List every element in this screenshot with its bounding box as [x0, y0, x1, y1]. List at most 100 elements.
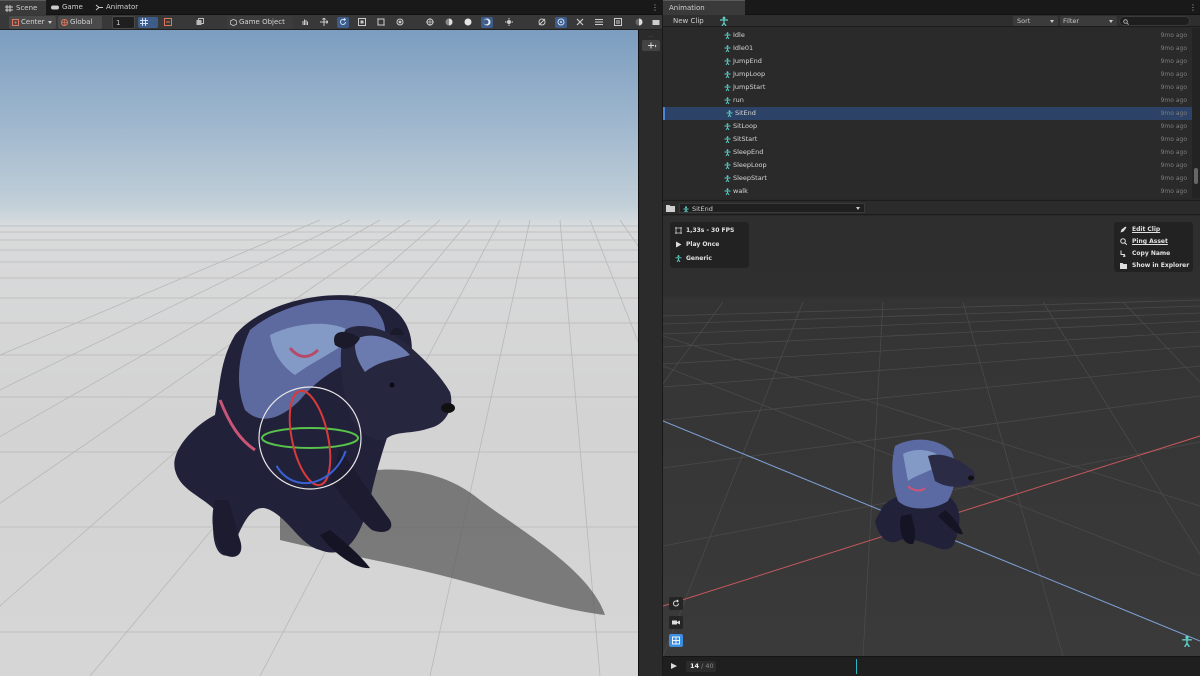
- tab-scene-label: Scene: [16, 4, 38, 12]
- transform-tool-button[interactable]: [394, 17, 406, 28]
- chevron-down-icon: [1109, 20, 1113, 23]
- crosshair-icon: [426, 18, 434, 26]
- clip-list-scrollbar[interactable]: [1192, 28, 1200, 198]
- hand-icon: [301, 18, 309, 26]
- workbench-more-menu-icon[interactable]: ⋮: [1189, 2, 1197, 13]
- rotate-tool-button[interactable]: [337, 17, 349, 28]
- snap-settings-button[interactable]: [162, 17, 182, 28]
- lighting-toggle-button[interactable]: [462, 17, 474, 28]
- ping-asset-label: Ping Asset: [1132, 238, 1168, 245]
- copy-name-button[interactable]: Copy Name: [1120, 248, 1170, 259]
- humanoid-avatar-icon[interactable]: [719, 16, 729, 26]
- search-icon: [1120, 238, 1127, 245]
- grid-icon: [140, 18, 148, 26]
- clip-list-item[interactable]: SitLoop 9mo ago: [663, 120, 1192, 133]
- clip-list-item[interactable]: SleepEnd 9mo ago: [663, 146, 1192, 159]
- reset-view-button[interactable]: [669, 597, 683, 610]
- animation-clip-icon: [724, 123, 731, 130]
- animation-workbench-window: Animation Workbench ⋮ New Clip Sort Filt…: [663, 0, 1200, 676]
- grid-visibility-button[interactable]: [138, 17, 158, 28]
- camera-orbit-button[interactable]: [555, 17, 567, 28]
- folder-icon: [1120, 263, 1127, 269]
- tools-overlay-button[interactable]: [574, 17, 586, 28]
- clip-list-item[interactable]: JumpEnd 9mo ago: [663, 55, 1192, 68]
- tab-animation-workbench[interactable]: Animation Workbench: [663, 0, 745, 27]
- show-in-explorer-button[interactable]: Show in Explorer: [1120, 260, 1189, 271]
- edit-clip-label: Edit Clip: [1132, 226, 1161, 233]
- overlay-menu-button[interactable]: [593, 17, 605, 28]
- tab-scene[interactable]: Scene: [0, 0, 46, 15]
- animation-clip-icon: [724, 136, 731, 143]
- clip-list-item[interactable]: run 9mo ago: [663, 94, 1192, 107]
- move-tool-button[interactable]: [318, 17, 330, 28]
- tab-animator-label: Animator: [106, 3, 139, 11]
- bear-preview-model: [875, 439, 975, 550]
- folder-icon[interactable]: [666, 204, 675, 212]
- clip-name: SleepLoop: [733, 161, 767, 169]
- clip-modified-time: 9mo ago: [1160, 136, 1187, 143]
- clip-modified-time: 9mo ago: [1160, 188, 1187, 195]
- render-settings-button[interactable]: [633, 17, 645, 28]
- ping-asset-button[interactable]: Ping Asset: [1120, 236, 1168, 247]
- chevron-down-icon: [856, 207, 860, 210]
- edit-clip-button[interactable]: Edit Clip: [1120, 224, 1160, 235]
- clip-list-item[interactable]: SleepLoop 9mo ago: [663, 159, 1192, 172]
- more-tools-button[interactable]: [650, 17, 660, 28]
- grid-toggle-button[interactable]: [669, 634, 683, 647]
- clip-name: SleepStart: [733, 174, 767, 182]
- shading-mode-button[interactable]: [443, 17, 455, 28]
- clip-duration-row: 1,33s - 30 FPS: [674, 224, 734, 237]
- humanoid-avatar-icon[interactable]: [1181, 635, 1193, 647]
- view-tool-overlay-button[interactable]: [642, 40, 660, 51]
- animation-clip-icon: [724, 32, 731, 39]
- scale-icon: [358, 18, 366, 26]
- tab-game[interactable]: Game: [46, 0, 90, 15]
- effects-dropdown[interactable]: [503, 17, 521, 28]
- clip-list-item[interactable]: walk 9mo ago: [663, 185, 1192, 198]
- humanoid-avatar-icon: [675, 255, 682, 262]
- show-in-explorer-label: Show in Explorer: [1132, 262, 1190, 269]
- pivot-mode-dropdown[interactable]: Center: [9, 16, 56, 29]
- play-button[interactable]: [671, 663, 677, 669]
- clip-list-item[interactable]: SleepStart 9mo ago: [663, 172, 1192, 185]
- timeline-playhead[interactable]: [856, 659, 857, 674]
- pivot-rotation-dropdown[interactable]: Global: [58, 16, 102, 37]
- clip-list-item[interactable]: JumpLoop 9mo ago: [663, 68, 1192, 81]
- tab-animator[interactable]: Animator: [90, 0, 146, 15]
- grid-snap-field[interactable]: 1: [112, 16, 135, 29]
- clip-loop-row[interactable]: Play Once: [674, 238, 719, 251]
- filter-dropdown[interactable]: Filter: [1060, 16, 1117, 26]
- animation-preview-viewport[interactable]: 1,33s - 30 FPS Play Once Generic Edit Cl…: [663, 216, 1200, 656]
- new-clip-button[interactable]: New Clip: [669, 15, 708, 27]
- animation-clip-icon: [724, 149, 731, 156]
- hand-tool-button[interactable]: [299, 17, 311, 28]
- workbench-tabbar: Animation Workbench ⋮: [663, 0, 1200, 27]
- animation-clip-icon: [724, 162, 731, 169]
- scrollbar-thumb[interactable]: [1194, 168, 1198, 184]
- scale-tool-button[interactable]: [356, 17, 368, 28]
- animation-clip-icon: [724, 84, 731, 91]
- clip-list-item[interactable]: Idle01 9mo ago: [663, 42, 1192, 55]
- scene-visibility-button[interactable]: [536, 17, 548, 28]
- frame-counter[interactable]: 14 / 40: [686, 661, 716, 672]
- search-input[interactable]: [1119, 16, 1190, 26]
- clip-name: Idle01: [733, 44, 754, 52]
- draw-mode-button[interactable]: [194, 17, 214, 28]
- rotate-icon: [339, 17, 347, 26]
- clip-name: JumpEnd: [733, 57, 762, 65]
- game-object-menu[interactable]: Game Object: [227, 16, 293, 37]
- selected-clip-dropdown[interactable]: SitEnd: [679, 203, 865, 213]
- scene-more-menu-icon[interactable]: ⋮: [651, 2, 659, 13]
- sort-dropdown[interactable]: Sort: [1013, 16, 1058, 26]
- scene-viewport[interactable]: [0, 30, 638, 676]
- rect-tool-button[interactable]: [375, 17, 387, 28]
- gizmo-toggle-button[interactable]: [424, 17, 436, 28]
- clip-list-item[interactable]: JumpStart 9mo ago: [663, 81, 1192, 94]
- render-mode-button[interactable]: [481, 17, 493, 28]
- camera-focus-button[interactable]: [669, 616, 683, 629]
- scene-ground-grid: [0, 219, 638, 676]
- clip-list-item[interactable]: SitEnd 9mo ago: [663, 107, 1192, 120]
- clip-list-item[interactable]: Idle 9mo ago: [663, 29, 1192, 42]
- grid-plane-button[interactable]: [612, 17, 624, 28]
- clip-list-item[interactable]: SitStart 9mo ago: [663, 133, 1192, 146]
